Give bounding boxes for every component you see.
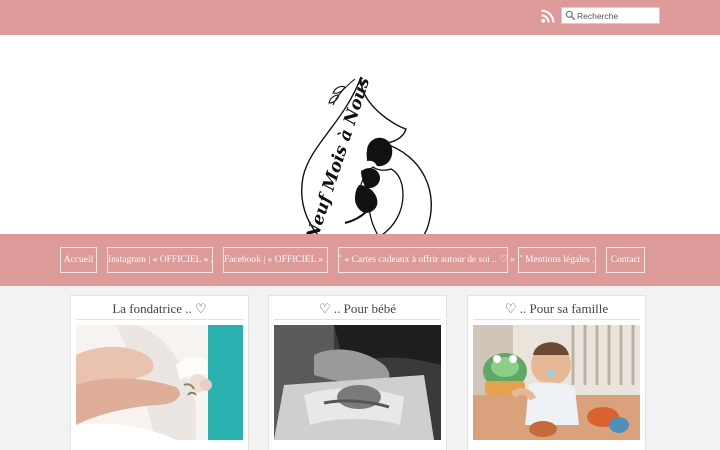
logo-text: Neuf Mois à Nous (302, 74, 374, 243)
nav-item-facebook[interactable]: Facebook | « OFFICIEL » . (223, 247, 328, 273)
nav-item-cartes-cadeaux[interactable]: ˚ « Cartes cadeaux à offrir autour de so… (338, 247, 520, 273)
card-title[interactable]: ♡ .. Pour bébé (269, 301, 446, 317)
top-bar (0, 0, 720, 35)
divider (473, 319, 640, 320)
divider (76, 319, 243, 320)
card-image[interactable] (76, 325, 243, 440)
nav-item-mentions-legales[interactable]: ˚ Mentions légales . (518, 247, 596, 273)
nav-item-accueil[interactable]: Accueil (60, 247, 97, 273)
card-title[interactable]: ♡ .. Pour sa famille (468, 301, 645, 317)
divider (274, 319, 441, 320)
card-image[interactable] (274, 325, 441, 440)
card-pour-bebe[interactable]: ♡ .. Pour bébé (268, 295, 447, 450)
site-header: Neuf Mois à Nous (0, 35, 720, 262)
card-image[interactable] (473, 325, 640, 440)
search-box[interactable] (561, 7, 660, 24)
rss-icon[interactable] (541, 9, 555, 23)
main-nav: Accueil Instagram | « OFFICIEL » . Faceb… (0, 234, 720, 286)
nav-item-instagram[interactable]: Instagram | « OFFICIEL » . (107, 247, 213, 273)
nav-item-contact[interactable]: Contact (606, 247, 645, 273)
search-icon (565, 10, 576, 21)
search-input[interactable] (576, 8, 658, 23)
card-title[interactable]: La fondatrice .. ♡ (71, 301, 248, 317)
card-fondatrice[interactable]: La fondatrice .. ♡ (70, 295, 249, 450)
card-pour-sa-famille[interactable]: ♡ .. Pour sa famille (467, 295, 646, 450)
